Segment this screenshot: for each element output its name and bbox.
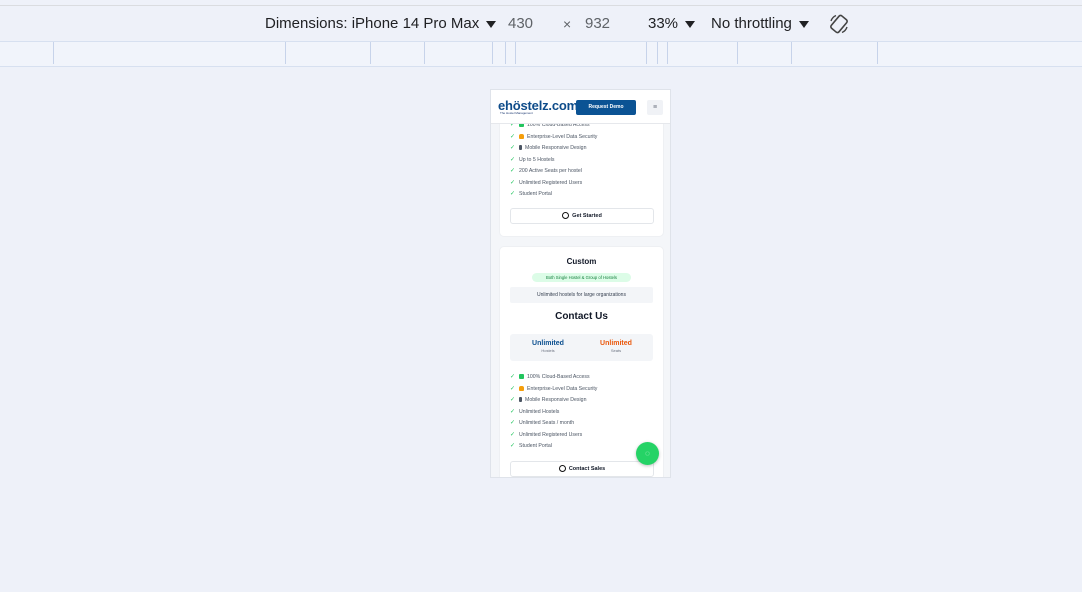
feature-item: ✓ Unlimited Seats / month [510,420,575,426]
feature-item: ✓ Unlimited Hostels [510,409,560,415]
chevron-down-icon [798,20,809,28]
width-input[interactable]: 430 [508,6,533,42]
whatsapp-chat-button[interactable]: ◌ [636,442,659,465]
contact-sales-button[interactable]: Contact Sales [510,461,654,477]
chevron-down-icon [486,20,497,28]
height-input[interactable]: 932 [585,6,610,42]
stat-hostels: Unlimited Hostels [532,340,564,353]
feature-item: ✓ Unlimited Registered Users [510,432,583,438]
plan-stats: Unlimited Hostels Unlimited Seats [510,334,653,361]
plan-price: Contact Us [555,311,608,322]
whatsapp-icon [558,465,566,473]
feature-item: ✓ 100% Cloud-Based Access [510,374,590,380]
feature-item: ✓ Enterprise-Level Data Security [510,386,598,392]
feature-item: ✓ Student Portal [510,191,552,197]
feature-item: ✓ Unlimited Registered Users [510,180,583,186]
chat-bubble-icon: ◌ [645,449,650,458]
feature-item: ✓ Mobile Responsive Design [510,397,587,403]
hamburger-menu-icon[interactable]: ≡ [647,100,663,115]
chevron-down-icon [685,20,696,28]
zoom-dropdown[interactable]: 33% [648,6,696,42]
media-query-ruler[interactable] [0,41,1082,67]
plan-badge: Both Single Hostel & Group of Hostels [532,273,631,282]
plan-description: Unlimited hostels for large organization… [510,287,653,303]
lock-icon [519,386,525,392]
zoom-label: 33% [648,15,679,32]
lock-icon [519,134,525,140]
times-separator: × [563,16,572,32]
feature-item: ✓ Enterprise-Level Data Security [510,134,598,140]
plan-title: Custom [566,257,597,266]
device-toolbar: Dimensions: iPhone 14 Pro Max 430 × 932 … [0,5,1082,42]
request-demo-button[interactable]: Request Demo [576,100,636,115]
get-started-button[interactable]: Get Started [510,208,654,224]
phone-icon [519,145,523,151]
feature-item: ✓ Up to 5 Hostels [510,157,555,163]
logo-tagline: The Hostel Management [500,111,533,115]
feature-item: ✓ Student Portal [510,443,552,449]
dimensions-label: Dimensions: iPhone 14 Pro Max [265,15,480,32]
whatsapp-icon [562,212,570,220]
throttling-dropdown[interactable]: No throttling [711,6,809,42]
throttling-label: No throttling [711,15,792,32]
checkbox-icon [519,374,525,380]
rotate-icon[interactable] [828,13,850,35]
feature-item: ✓ Mobile Responsive Design [510,145,587,151]
device-viewport: ehöstelz.com The Hostel Management Reque… [491,90,670,477]
stat-seats: Unlimited Seats [600,340,632,353]
dimensions-dropdown[interactable]: Dimensions: iPhone 14 Pro Max [265,6,497,42]
site-header: ehöstelz.com The Hostel Management Reque… [491,90,670,124]
feature-item: ✓ 200 Active Seats per hostel [510,168,582,174]
phone-icon [519,397,523,403]
pricing-card-custom: Custom Both Single Hostel & Group of Hos… [499,246,664,477]
